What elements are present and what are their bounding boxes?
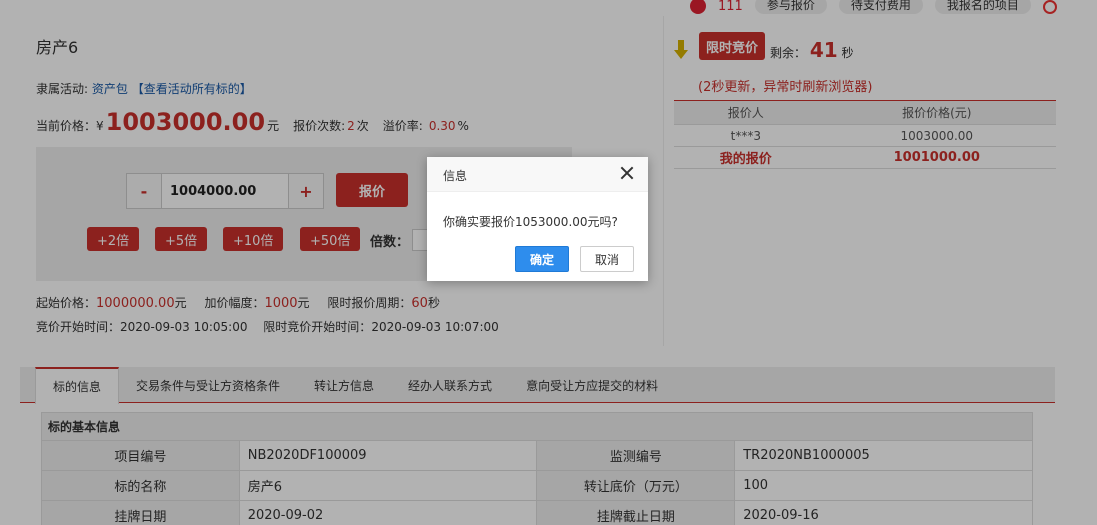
- close-icon[interactable]: [620, 166, 634, 180]
- page: 111 参与报价 待支付费用 我报名的项目 房产6 隶属活动: 资产包 【查看活…: [0, 0, 1097, 525]
- confirm-dialog: 信息 你确实要报价1053000.00元吗? 确定 取消: [427, 157, 648, 281]
- dialog-header: 信息: [427, 157, 648, 192]
- cancel-button[interactable]: 取消: [580, 246, 634, 272]
- dialog-message: 你确实要报价1053000.00元吗?: [443, 215, 618, 229]
- confirm-button[interactable]: 确定: [515, 246, 569, 272]
- dialog-title: 信息: [443, 169, 468, 183]
